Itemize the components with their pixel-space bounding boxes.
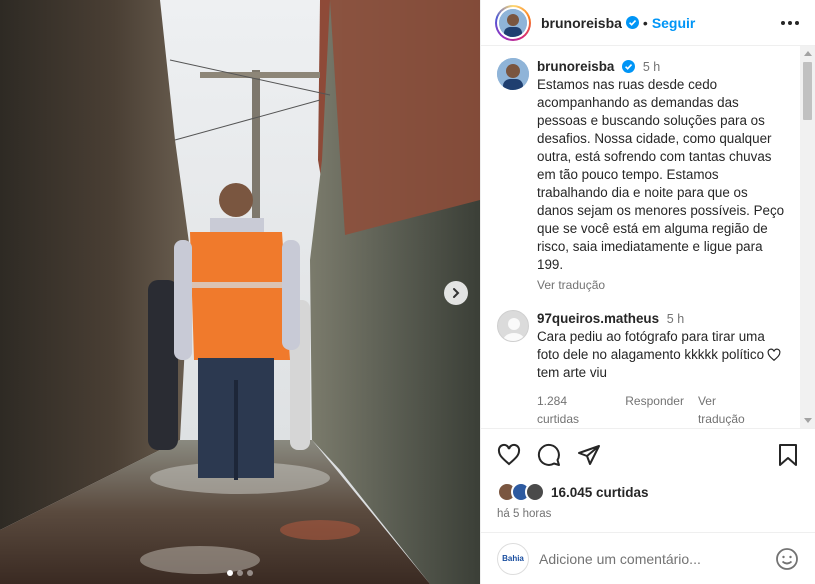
more-options-button[interactable] — [781, 20, 799, 25]
likes-count[interactable]: 16.045 curtidas — [551, 485, 649, 500]
comment-button[interactable] — [537, 443, 561, 467]
scroll-thumb[interactable] — [803, 62, 812, 120]
verified-icon — [622, 60, 636, 73]
caption-translate-link[interactable]: Ver tradução — [537, 276, 785, 294]
commenter-avatar[interactable] — [497, 310, 529, 342]
save-button[interactable] — [777, 443, 799, 467]
carousel-dot-2 — [237, 570, 243, 576]
post-side-panel: brunoreisba • Seguir brunoreisba 5 h Est… — [480, 0, 815, 584]
chevron-right-icon — [453, 288, 460, 298]
comment-time: 5 h — [666, 312, 685, 326]
caption-username[interactable]: brunoreisba — [537, 59, 614, 74]
liker-avatar — [525, 482, 545, 502]
likes-row: 16.045 curtidas — [481, 480, 815, 504]
post-time-ago: há 5 horas — [497, 508, 552, 520]
action-bar — [481, 428, 815, 480]
follow-button[interactable]: Seguir — [652, 15, 696, 31]
verified-icon — [625, 16, 639, 29]
emoji-icon — [776, 547, 798, 570]
caption: brunoreisba 5 h Estamos nas ruas desde c… — [497, 58, 785, 294]
commenter-username[interactable]: 97queiros.matheus — [537, 311, 659, 326]
add-comment-bar: Bahia Adicione um comentário... — [481, 532, 815, 584]
carousel-dot-3 — [247, 570, 253, 576]
comment-input[interactable]: Adicione um comentário... — [539, 551, 775, 567]
flooded-alley-photo — [0, 0, 480, 584]
caption-time: 5 h — [642, 60, 661, 74]
heart-icon — [767, 348, 781, 362]
comments-scrollbar[interactable] — [800, 46, 815, 428]
scroll-up-arrow[interactable] — [804, 51, 812, 56]
save-icon — [779, 443, 797, 466]
heart-icon — [497, 443, 521, 465]
my-avatar: Bahia — [497, 542, 529, 575]
post-header: brunoreisba • Seguir — [481, 0, 815, 46]
share-icon — [578, 444, 600, 465]
comments-list[interactable]: brunoreisba 5 h Estamos nas ruas desde c… — [481, 46, 815, 428]
more-icon — [781, 20, 785, 25]
comment-translate-link[interactable]: Ver tradução — [698, 392, 765, 428]
next-photo-button[interactable] — [444, 281, 468, 305]
instagram-post-modal: brunoreisba • Seguir brunoreisba 5 h Est… — [0, 0, 815, 584]
carousel-dots — [0, 570, 480, 576]
like-button[interactable] — [497, 443, 521, 467]
scroll-down-arrow[interactable] — [804, 418, 812, 423]
carousel-dot-1 — [227, 570, 233, 576]
comment-likes[interactable]: 1.284 curtidas — [537, 392, 611, 428]
like-comment-button[interactable] — [767, 348, 781, 367]
caption-text: Estamos nas ruas desde cedo acompanhando… — [537, 77, 785, 272]
share-button[interactable] — [577, 443, 601, 467]
author-username[interactable]: brunoreisba — [541, 15, 622, 31]
comment-text: Cara pediu ao fotógrafo para tirar uma f… — [537, 329, 765, 380]
author-avatar[interactable] — [495, 4, 531, 41]
post-photo — [0, 0, 480, 584]
header-separator: • — [642, 14, 648, 31]
comment-icon — [537, 443, 560, 466]
comment-item: 97queiros.matheus 5 h Cara pediu ao fotó… — [497, 310, 785, 428]
reply-button[interactable]: Responder — [625, 392, 684, 428]
emoji-button[interactable] — [775, 547, 799, 571]
caption-avatar[interactable] — [497, 58, 529, 90]
